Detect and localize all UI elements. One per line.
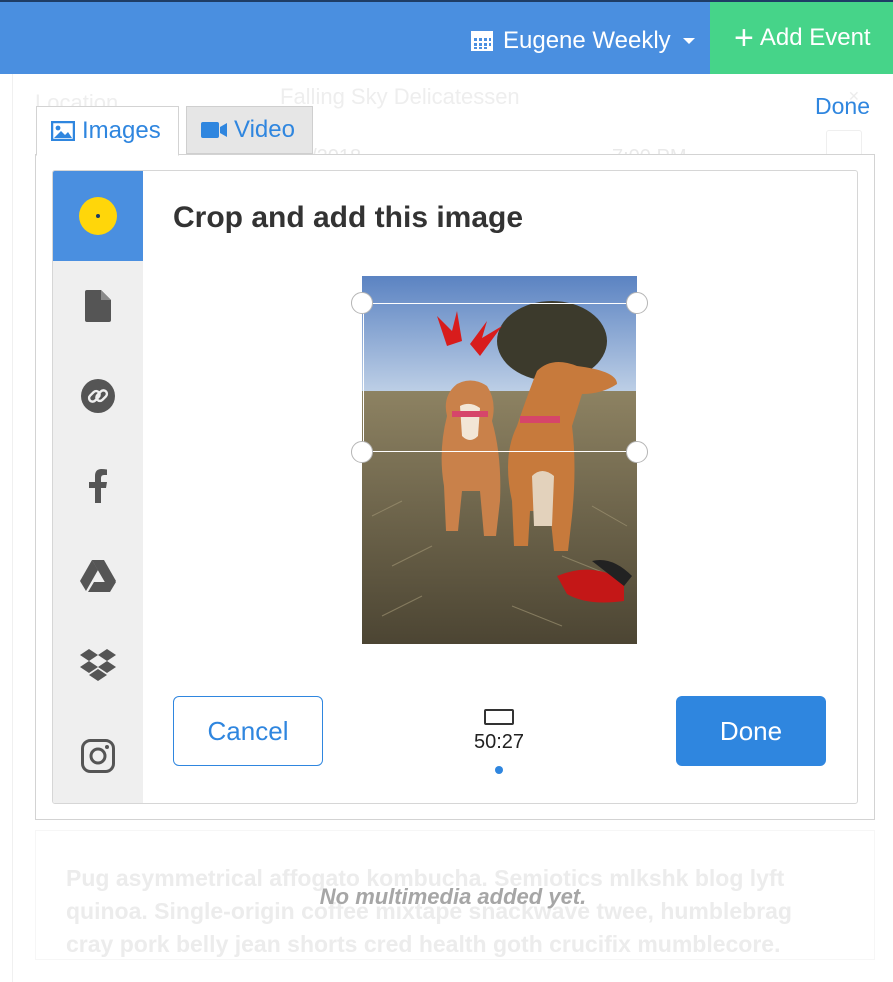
- description-text: Pug asymmetrical affogato kombucha. Semi…: [66, 865, 792, 957]
- file-icon: [85, 290, 111, 322]
- calendar-icon: [470, 30, 494, 52]
- tab-video-label: Video: [234, 116, 295, 143]
- crop-dialog: Crop and add this image Cancel 50:27 Don…: [52, 170, 858, 804]
- source-item-instagram[interactable]: [53, 711, 143, 801]
- crop-handle-bottom-right[interactable]: [626, 441, 648, 463]
- source-item-google-drive[interactable]: [53, 531, 143, 621]
- calendar-name: Eugene Weekly: [503, 27, 671, 54]
- plus-icon: +: [734, 19, 754, 57]
- source-sidebar: [53, 171, 143, 803]
- dialog-title: Crop and add this image: [173, 201, 524, 234]
- divider: [12, 74, 13, 982]
- done-link[interactable]: Done: [815, 93, 870, 120]
- google-drive-icon: [80, 560, 116, 592]
- image-icon: [51, 121, 75, 141]
- add-event-button[interactable]: + Add Event: [710, 2, 893, 74]
- crop-handle-top-left[interactable]: [351, 292, 373, 314]
- done-button[interactable]: Done: [676, 696, 826, 766]
- top-bar: Eugene Weekly + Add Event: [0, 0, 893, 74]
- link-icon: [81, 379, 115, 413]
- crop-frame[interactable]: [363, 303, 637, 452]
- facebook-icon: [89, 469, 107, 503]
- tab-images[interactable]: Images: [36, 106, 179, 156]
- source-item-camera[interactable]: [53, 171, 143, 261]
- aspect-ratio-option[interactable]: 50:27: [453, 703, 545, 774]
- source-item-link[interactable]: [53, 351, 143, 441]
- tab-video[interactable]: Video: [186, 106, 313, 154]
- cancel-button[interactable]: Cancel: [173, 696, 323, 766]
- source-item-dropbox[interactable]: [53, 621, 143, 711]
- chevron-down-icon: [682, 38, 695, 44]
- aspect-ratio-label: 50:27: [473, 731, 525, 753]
- source-item-facebook[interactable]: [53, 441, 143, 531]
- venue-name: Falling Sky Delicatessen: [280, 84, 520, 109]
- selected-indicator: [495, 766, 503, 774]
- crop-handle-bottom-left[interactable]: [351, 441, 373, 463]
- source-item-file[interactable]: [53, 261, 143, 351]
- add-event-label: Add Event: [759, 24, 871, 51]
- crop-handle-top-right[interactable]: [626, 292, 648, 314]
- camera-lens-icon: [79, 197, 117, 235]
- instagram-icon: [81, 739, 115, 773]
- aspect-ratio-icon: [484, 709, 514, 725]
- calendar-picker[interactable]: Eugene Weekly: [470, 24, 695, 58]
- video-camera-icon: [201, 122, 227, 138]
- empty-media-message: No multimedia added yet.: [319, 884, 587, 909]
- tab-images-label: Images: [82, 117, 161, 144]
- dropbox-icon: [80, 649, 116, 681]
